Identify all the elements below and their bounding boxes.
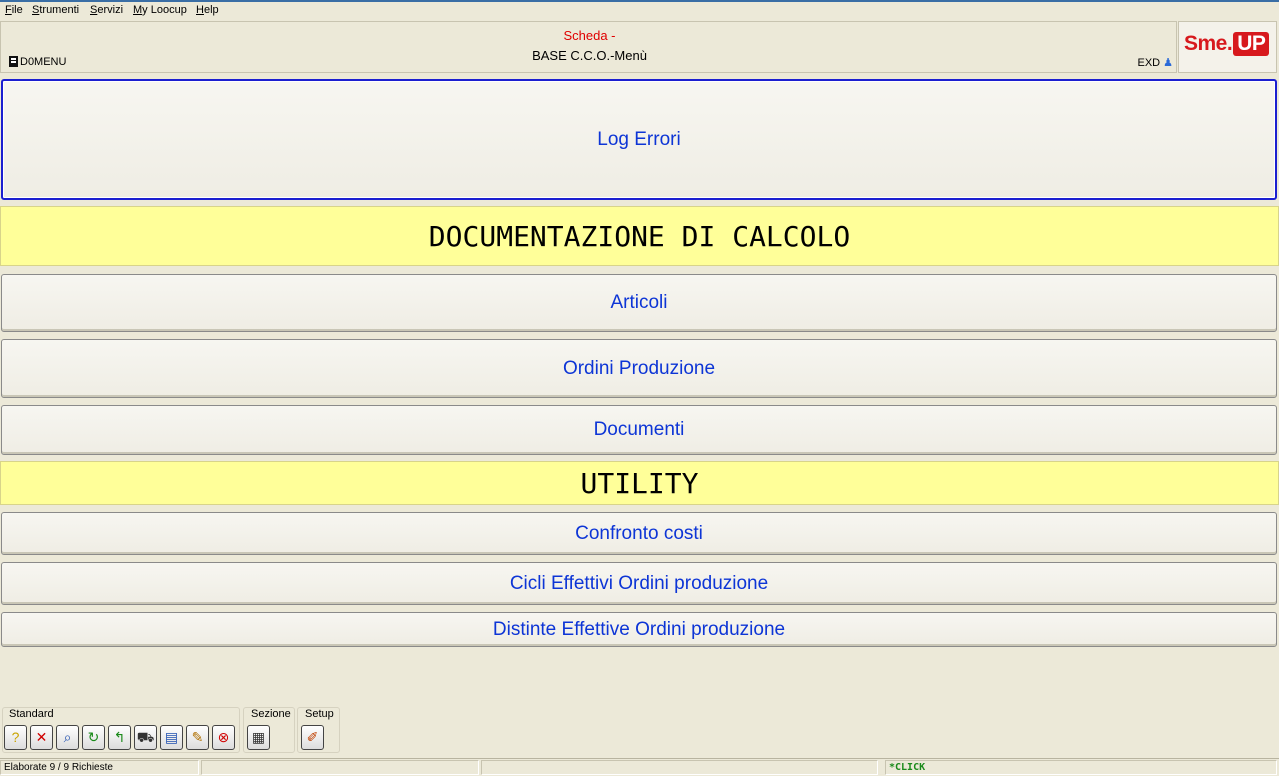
document-icon bbox=[9, 56, 18, 67]
cart-icon[interactable]: ⛟ bbox=[134, 725, 157, 750]
menu-code: D0MENU bbox=[9, 56, 66, 68]
help-icon[interactable]: ? bbox=[4, 725, 27, 750]
back-icon[interactable]: ↰ bbox=[108, 725, 131, 750]
status-requests: Elaborate 9 / 9 Richieste bbox=[0, 760, 199, 775]
refresh-icon[interactable]: ↻ bbox=[82, 725, 105, 750]
documenti-button[interactable]: Documenti bbox=[1, 405, 1277, 455]
toolbar-group-sezione: Sezione ▦ bbox=[243, 707, 295, 753]
menu-file[interactable]: File bbox=[5, 4, 23, 16]
toolbar-group-standard: Standard ? ✕ ⌕ ↻ ↰ ⛟ ▤ ✎ ⊗ bbox=[2, 707, 240, 753]
exd-indicator[interactable]: EXD ♟ bbox=[1138, 56, 1174, 69]
log-errori-button[interactable]: Log Errori bbox=[1, 79, 1277, 200]
stop-icon[interactable]: ⊗ bbox=[212, 725, 235, 750]
user-icon: ♟ bbox=[1163, 57, 1173, 69]
distinte-effettive-button[interactable]: Distinte Effettive Ordini produzione bbox=[1, 612, 1277, 647]
menu-help[interactable]: Help bbox=[196, 4, 219, 16]
menu-bar: File Strumenti Servizi My Loocup Help bbox=[0, 0, 1279, 20]
bottom-toolbar: Standard ? ✕ ⌕ ↻ ↰ ⛟ ▤ ✎ ⊗ Sezione ▦ Set… bbox=[0, 707, 1279, 757]
section-list-icon[interactable]: ▦ bbox=[247, 725, 270, 750]
status-panel-2 bbox=[201, 760, 479, 775]
page-title: Scheda - bbox=[563, 28, 616, 43]
setup-icon[interactable]: ✐ bbox=[301, 725, 324, 750]
search-icon[interactable]: ⌕ bbox=[56, 725, 79, 750]
confronto-costi-button[interactable]: Confronto costi bbox=[1, 512, 1277, 555]
articoli-button[interactable]: Articoli bbox=[1, 274, 1277, 332]
export-icon[interactable]: ▤ bbox=[160, 725, 183, 750]
menu-strumenti[interactable]: Strumenti bbox=[32, 4, 79, 16]
section-header-utility: UTILITY bbox=[0, 461, 1279, 505]
cicli-effettivi-button[interactable]: Cicli Effettivi Ordini produzione bbox=[1, 562, 1277, 605]
page-subtitle: BASE C.C.O.-Menù bbox=[532, 48, 647, 63]
status-panel-3 bbox=[481, 760, 878, 775]
section-header-documentazione: DOCUMENTAZIONE DI CALCOLO bbox=[0, 206, 1279, 266]
close-icon[interactable]: ✕ bbox=[30, 725, 53, 750]
menu-servizi[interactable]: Servizi bbox=[90, 4, 123, 16]
toolbar-group-setup: Setup ✐ bbox=[297, 707, 340, 753]
status-click: *CLICK bbox=[885, 760, 1277, 775]
menu-my-loocup[interactable]: My Loocup bbox=[133, 4, 187, 16]
tools-icon[interactable]: ✎ bbox=[186, 725, 209, 750]
status-bar: Elaborate 9 / 9 Richieste *CLICK bbox=[0, 758, 1279, 776]
ordini-produzione-button[interactable]: Ordini Produzione bbox=[1, 339, 1277, 398]
smeup-logo: Sme. UP bbox=[1178, 21, 1277, 73]
header-panel: Scheda - BASE C.C.O.-Menù D0MENU EXD ♟ bbox=[0, 21, 1177, 73]
